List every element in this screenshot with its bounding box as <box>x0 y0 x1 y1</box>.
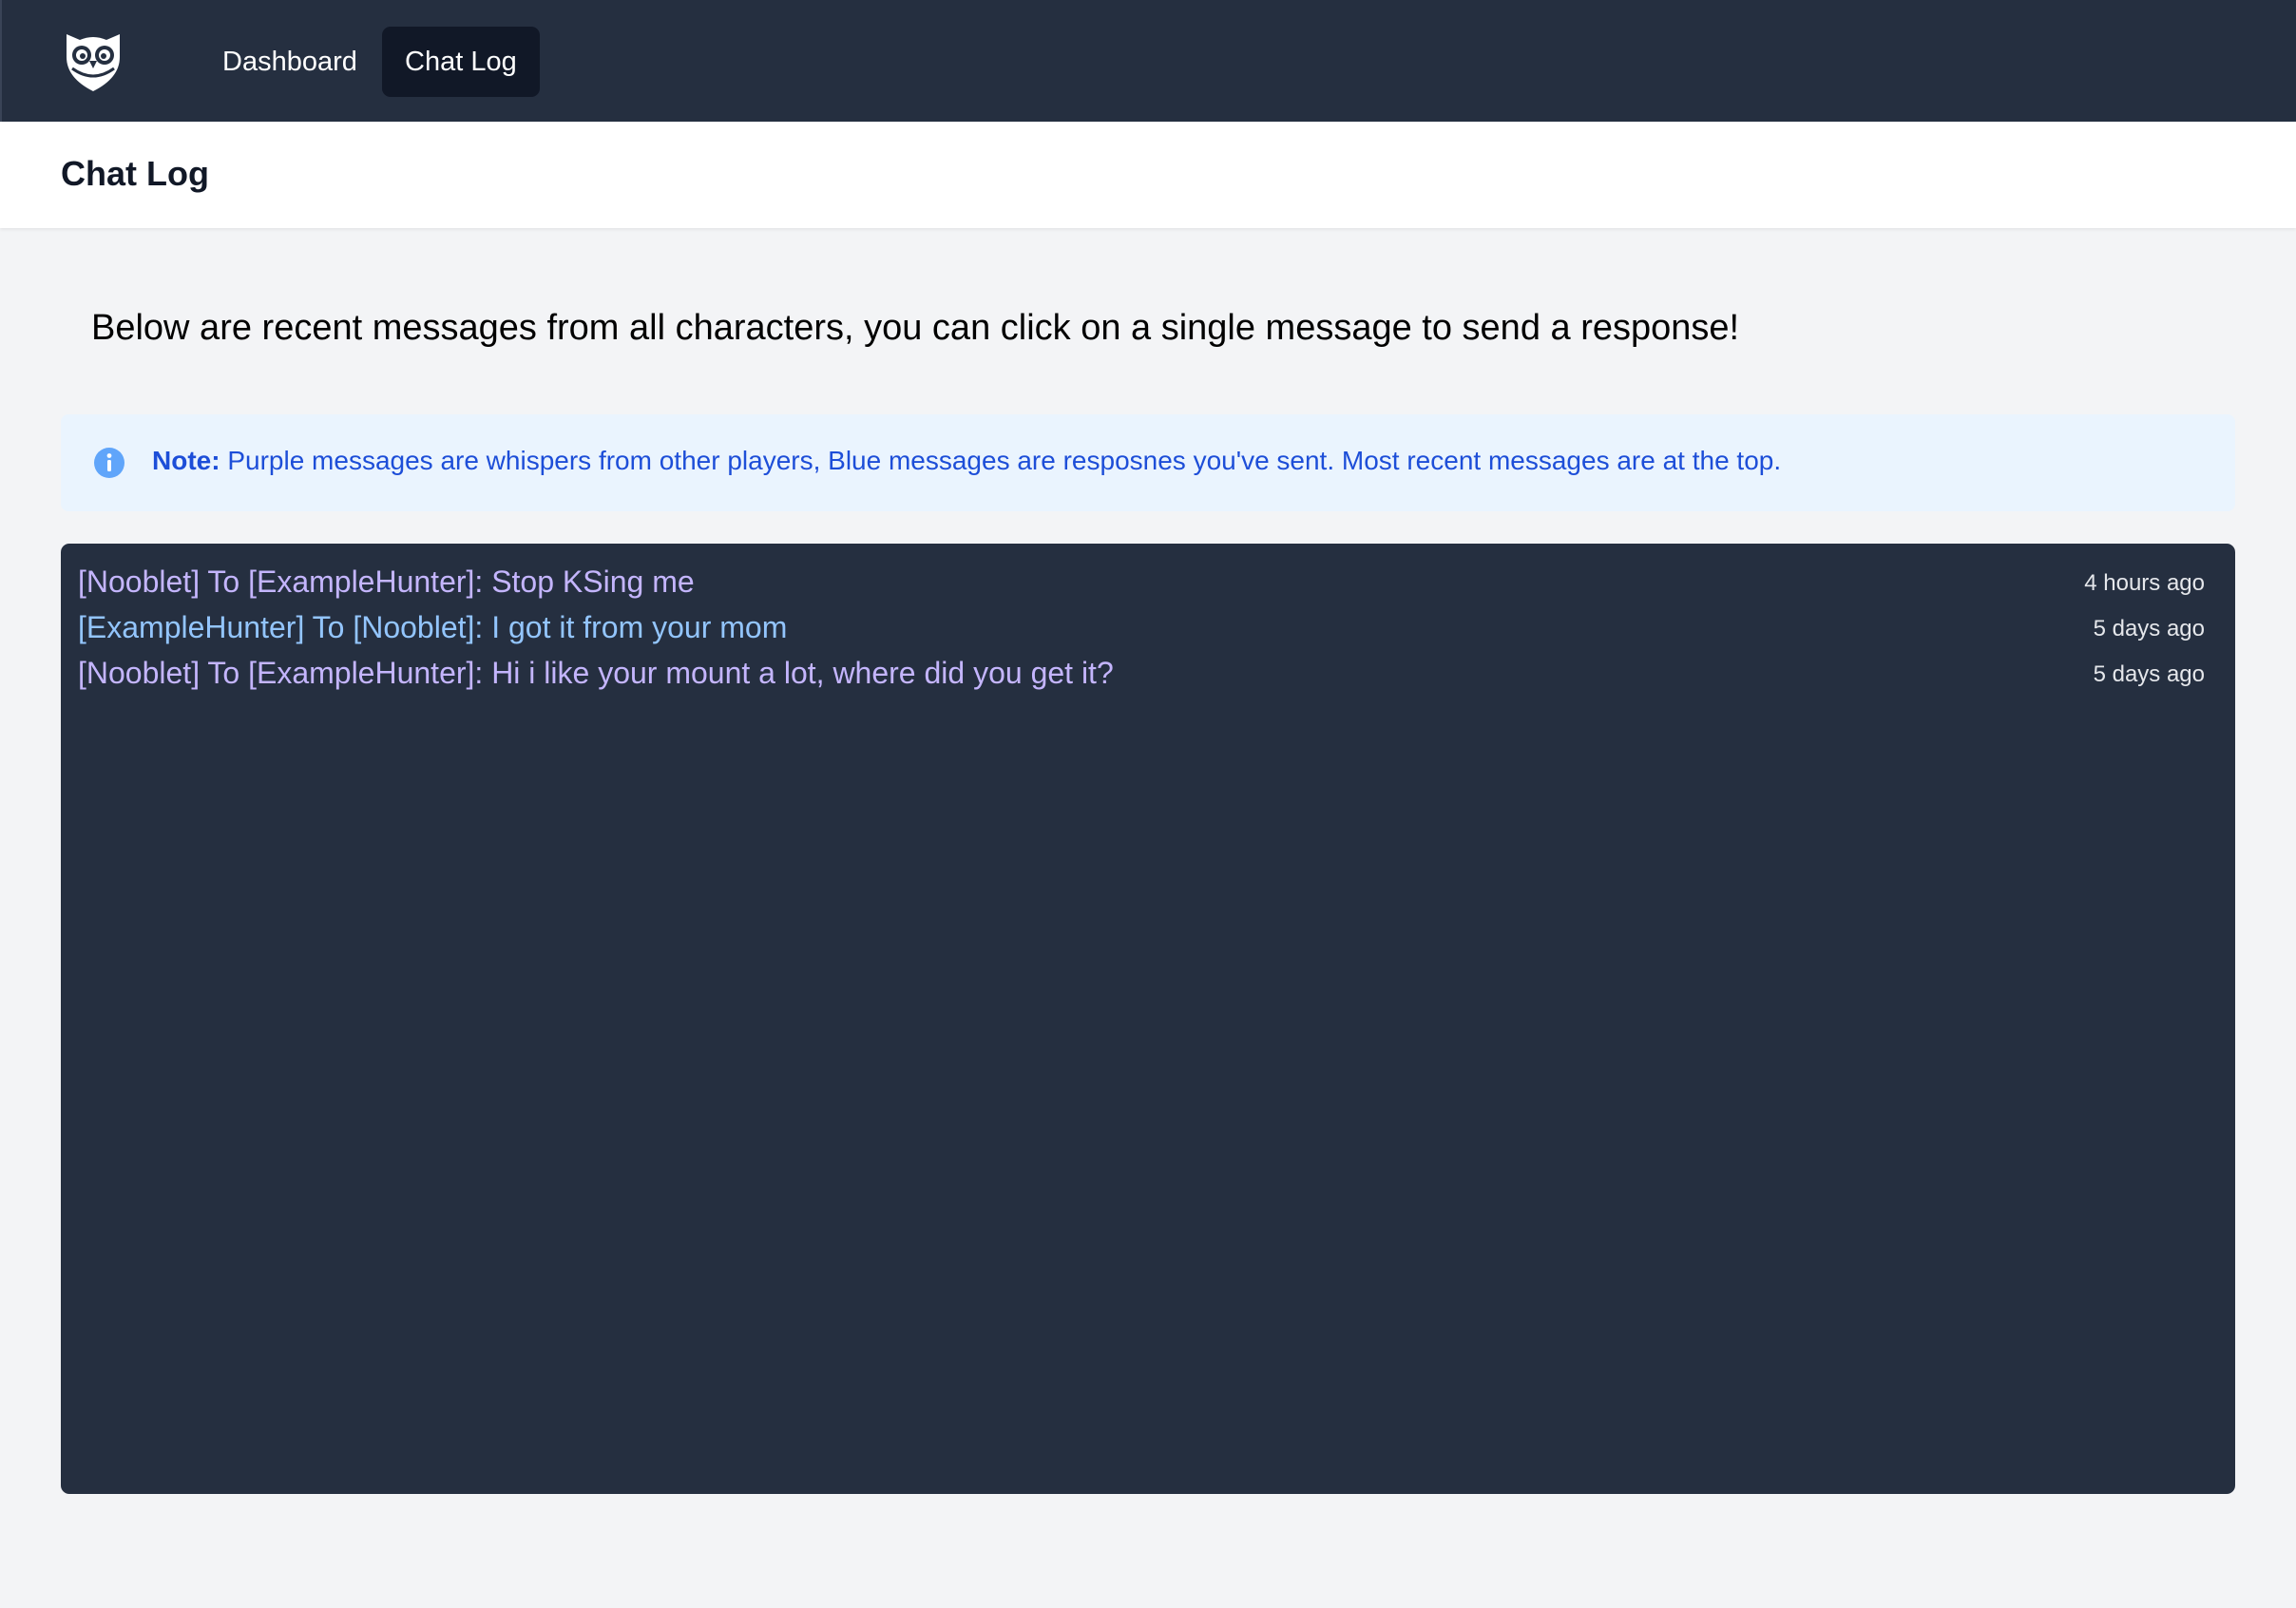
chat-message-row[interactable]: [Nooblet] To [ExampleHunter]: Stop KSing… <box>61 561 2235 606</box>
nav-item-chat-log[interactable]: Chat Log <box>382 27 540 97</box>
chat-message-row[interactable]: [Nooblet] To [ExampleHunter]: Hi i like … <box>61 652 2235 698</box>
chat-message-time: 5 days ago <box>2093 661 2205 687</box>
note-banner: Note: Purple messages are whispers from … <box>61 414 2235 511</box>
chat-message-text: [ExampleHunter] To [Nooblet]: I got it f… <box>78 610 788 644</box>
note-label: Note: <box>152 446 220 475</box>
nav-item-dashboard[interactable]: Dashboard <box>200 27 380 97</box>
chat-message-time: 5 days ago <box>2093 616 2205 641</box>
owl-shield-icon[interactable] <box>63 29 124 93</box>
note-text: Note: Purple messages are whispers from … <box>152 446 1781 476</box>
intro-text: Below are recent messages from all chara… <box>91 308 1740 348</box>
chat-message-time: 4 hours ago <box>2084 570 2205 596</box>
page-title: Chat Log <box>61 154 209 193</box>
chat-message-row[interactable]: [ExampleHunter] To [Nooblet]: I got it f… <box>61 606 2235 652</box>
top-navigation: Dashboard Chat Log <box>0 0 2296 122</box>
note-body: Purple messages are whispers from other … <box>227 446 1782 475</box>
chat-message-text: [Nooblet] To [ExampleHunter]: Hi i like … <box>78 656 1114 690</box>
chat-log-panel: [Nooblet] To [ExampleHunter]: Stop KSing… <box>61 544 2235 1494</box>
page-header: Chat Log <box>0 122 2296 228</box>
info-icon <box>93 447 125 479</box>
chat-message-text: [Nooblet] To [ExampleHunter]: Stop KSing… <box>78 565 695 599</box>
